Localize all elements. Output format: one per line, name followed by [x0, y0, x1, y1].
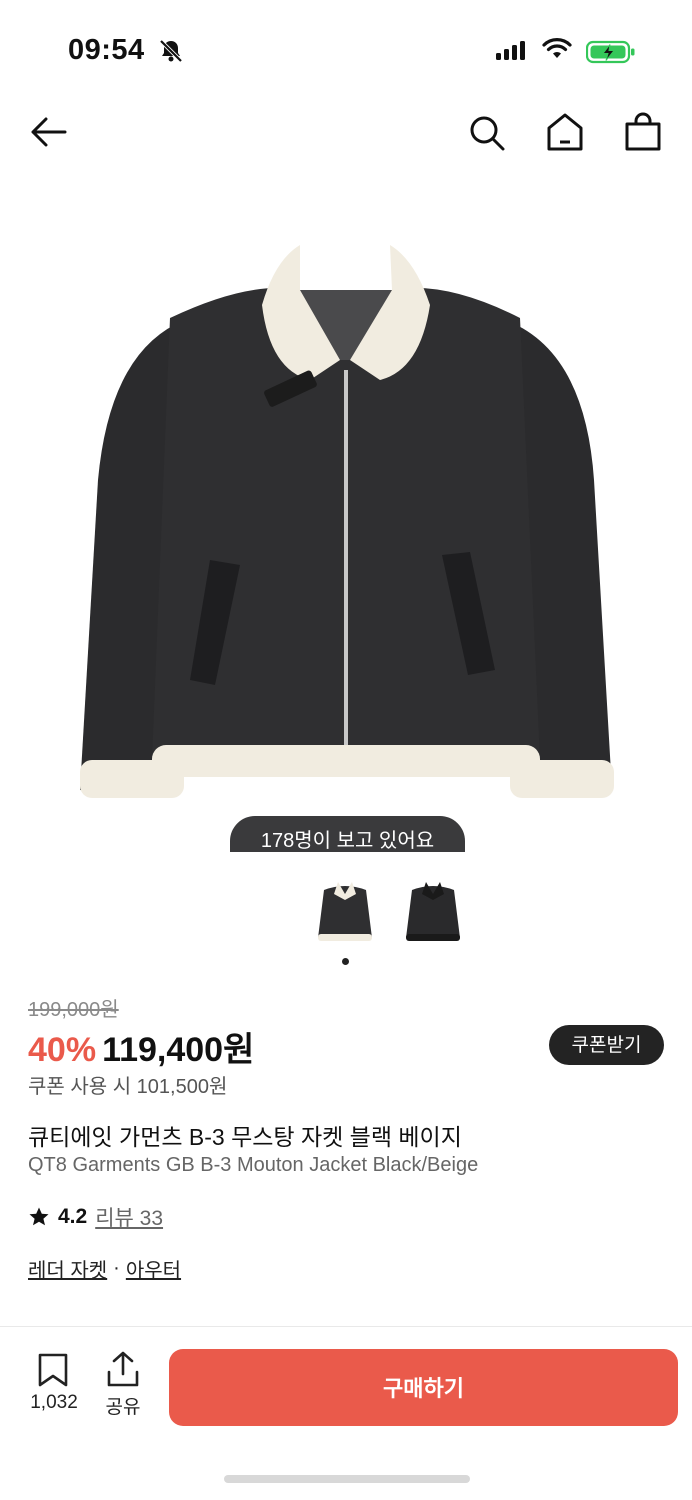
category-outer-link[interactable]: 아우터: [126, 1254, 181, 1283]
category-separator: ·: [113, 1257, 120, 1279]
search-icon: [470, 116, 505, 151]
search-button[interactable]: [468, 114, 506, 157]
status-time: 09:54: [68, 34, 145, 66]
share-label: 공유: [105, 1397, 141, 1418]
cellular-signal-icon: [496, 41, 525, 60]
battery-charging-icon: [585, 40, 636, 69]
sale-price: 119,400원: [102, 1031, 255, 1069]
product-name-english: QT8 Garments GB B-3 Mouton Jacket Black/…: [28, 1154, 479, 1176]
rating-score: 4.2: [58, 1205, 88, 1228]
category-breadcrumb: 레더 자켓 · 아우터: [28, 1254, 181, 1283]
category-leather-jacket-link[interactable]: 레더 자켓: [28, 1254, 107, 1283]
hero-bottom-edge: [0, 852, 692, 872]
arrow-left-icon: [31, 117, 67, 147]
shopping-bag-icon: [625, 112, 661, 151]
coupon-price: 쿠폰 사용 시 101,500원: [28, 1076, 228, 1098]
bottom-bar-divider: [0, 1326, 692, 1327]
carousel-indicator-dot: [342, 958, 349, 965]
price-row: 40% 119,400원: [28, 1022, 254, 1071]
bookmark-icon: [38, 1353, 68, 1387]
wifi-icon: [542, 38, 572, 65]
bell-muted-icon: [158, 38, 184, 69]
home-button[interactable]: [546, 112, 584, 157]
discount-rate: 40%: [28, 1031, 97, 1069]
product-thumbnail[interactable]: [398, 872, 468, 950]
original-price: 199,000원: [28, 999, 119, 1021]
buy-button[interactable]: 구매하기: [169, 1349, 678, 1426]
get-coupon-button[interactable]: 쿠폰받기: [549, 1025, 664, 1065]
cart-button[interactable]: [624, 112, 662, 157]
back-button[interactable]: [28, 112, 68, 157]
product-main-image[interactable]: [0, 200, 692, 855]
share-button[interactable]: [106, 1350, 140, 1393]
bookmark-count: 1,032: [30, 1392, 78, 1413]
product-name-korean: 큐티에잇 가먼츠 B-3 무스탕 자켓 블랙 베이지: [28, 1124, 462, 1150]
bookmark-button[interactable]: [36, 1352, 70, 1393]
home-icon: [547, 113, 583, 151]
home-indicator[interactable]: [224, 1475, 470, 1483]
share-icon: [107, 1351, 139, 1387]
reviews-link[interactable]: 리뷰 33: [95, 1202, 163, 1232]
product-thumbnail[interactable]: [310, 872, 380, 950]
rating-row: 4.2 리뷰 33: [28, 1202, 163, 1232]
star-icon: [29, 1207, 49, 1226]
